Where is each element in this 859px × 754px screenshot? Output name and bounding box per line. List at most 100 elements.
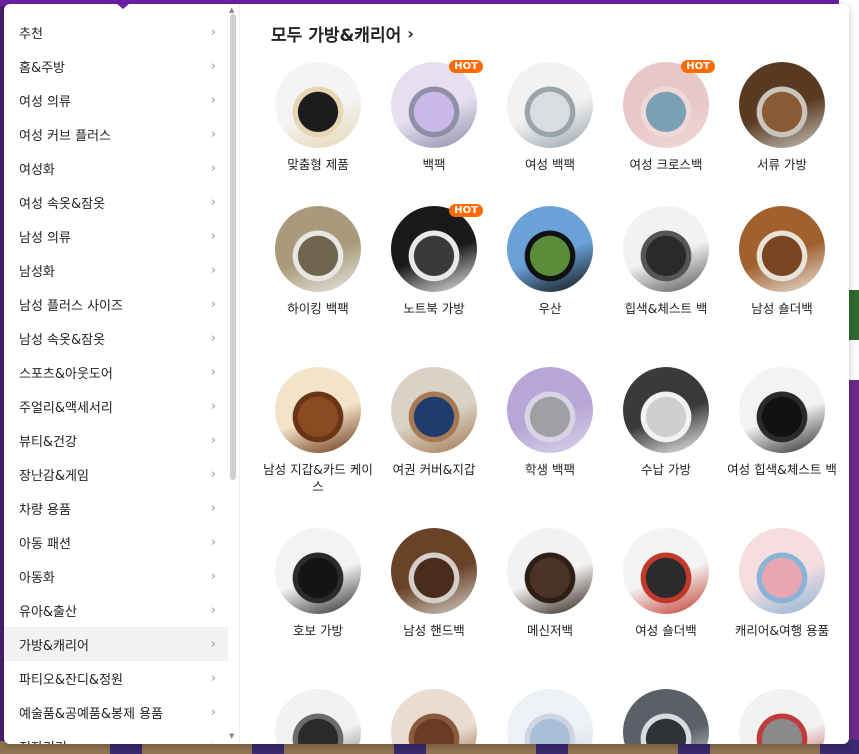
sidebar-category-label: 예술품&공예품&봉제 용품 <box>19 706 164 722</box>
subcategory-item[interactable]: 남성 핸드백 <box>379 528 489 639</box>
subcategory-item[interactable]: 맞춤형 제품 <box>263 62 373 173</box>
subcategory-label: 맞춤형 제품 <box>287 157 349 172</box>
subcategory-label: 노트북 가방 <box>403 301 465 316</box>
sidebar-category-item[interactable]: 남성 속옷&잠옷 › <box>4 321 228 355</box>
subcategory-label: 여성 숄더백 <box>635 623 697 638</box>
storage-bags-icon <box>623 367 709 453</box>
subcategory-item[interactable]: 학생 백팩 <box>495 367 605 478</box>
chevron-right-icon: › <box>210 126 216 142</box>
category-dropdown-panel: ▲ ▼ 추천 › 홈&주방 › 여성 의류 › 여성 커브 플러스 › 여성화 › 여성 속옷&잠옷… <box>4 4 849 744</box>
sidebar-category-item[interactable]: 파티오&잔디&정원 › <box>4 661 228 695</box>
sidebar-category-item[interactable]: 스포츠&아웃도어 › <box>4 355 228 389</box>
sidebar-category-item[interactable]: 뷰티&건강 › <box>4 423 228 457</box>
subcategory-item[interactable]: HOT 여성 크로스백 <box>611 60 721 173</box>
sidebar-category-item[interactable]: 장난감&게임 › <box>4 457 228 491</box>
pink-travel-bags-icon <box>739 528 825 614</box>
subcategory-item[interactable]: 수납 가방 <box>611 367 721 478</box>
subcategory-item[interactable]: 하이킹 백팩 <box>263 206 373 317</box>
sidebar-category-item[interactable]: 차량 용품 › <box>4 491 228 525</box>
sidebar-category-item[interactable]: 추천 › <box>4 15 228 49</box>
sidebar-category-item[interactable]: 아동 패션 › <box>4 525 228 559</box>
subcategory-item[interactable]: 메신저백 <box>495 528 605 639</box>
sidebar-category-item[interactable]: 여성화 › <box>4 151 228 185</box>
subcategory-item[interactable] <box>379 689 489 744</box>
black-umbrella-icon <box>507 206 593 292</box>
subcategory-item[interactable]: 여성 힙색&체스트 백 <box>727 367 837 478</box>
brown-messenger-icon <box>507 528 593 614</box>
subcategory-label: 수납 가방 <box>641 462 691 477</box>
brown-shoulder-bag-icon <box>739 206 825 292</box>
subcategory-item[interactable]: 힙색&체스트 백 <box>611 206 721 317</box>
subcategory-label: 서류 가방 <box>757 157 807 172</box>
scroll-up-arrow-icon[interactable]: ▲ <box>229 6 234 14</box>
subcategory-item[interactable] <box>263 689 373 744</box>
custom-tote-bag-icon <box>275 62 361 148</box>
subcategory-item[interactable] <box>611 689 721 744</box>
subcategory-label: 메신저백 <box>526 623 573 638</box>
subcategory-label: 호보 가방 <box>293 623 343 638</box>
subcategory-item[interactable] <box>495 689 605 744</box>
subcategory-item[interactable]: 여권 커버&지갑 <box>379 367 489 478</box>
leather-messenger-icon <box>391 528 477 614</box>
sidebar-category-item[interactable]: 유아&출산 › <box>4 593 228 627</box>
chevron-right-icon: › <box>210 194 216 210</box>
sidebar-category-item[interactable]: 남성 플러스 사이즈 › <box>4 287 228 321</box>
hot-badge: HOT <box>681 60 715 73</box>
subcategory-label: 여성 크로스백 <box>629 157 703 172</box>
subcategory-item[interactable]: 캐리어&여행 용품 <box>727 528 837 639</box>
subcategory-item[interactable]: 남성 지갑&카드 케이스 <box>263 367 373 495</box>
sling-chest-bag-icon <box>623 206 709 292</box>
subcategory-item[interactable]: 여성 백팩 <box>495 62 605 173</box>
sidebar-category-item[interactable]: 예술품&공예품&봉제 용품 › <box>4 695 228 729</box>
sidebar-category-label: 남성 플러스 사이즈 <box>19 298 123 314</box>
sidebar-category-item[interactable]: 아동화 › <box>4 559 228 593</box>
sidebar-category-item[interactable]: 여성 속옷&잠옷 › <box>4 185 228 219</box>
subcategory-label: 남성 핸드백 <box>403 623 465 638</box>
subcategory-label: 남성 지갑&카드 케이스 <box>263 462 373 494</box>
sidebar-category-label: 장난감&게임 <box>19 468 89 484</box>
sidebar-scrollbar[interactable] <box>230 14 236 480</box>
subcategory-label: 힙색&체스트 백 <box>624 301 708 316</box>
scroll-down-arrow-icon[interactable]: ▼ <box>229 732 234 740</box>
subcategory-item[interactable]: 여성 숄더백 <box>611 528 721 639</box>
sidebar-category-label: 여성 커브 플러스 <box>19 128 111 144</box>
page-title: 모두 가방&캐리어 <box>271 26 402 46</box>
all-bags-link[interactable]: 모두 가방&캐리어 › <box>271 21 414 46</box>
sidebar-category-item[interactable]: 가방&캐리어 › <box>4 627 228 661</box>
sidebar-category-item[interactable]: 여성 의류 › <box>4 83 228 117</box>
subcategory-label: 학생 백팩 <box>525 462 575 477</box>
sidebar-category-label: 남성 의류 <box>19 230 71 246</box>
subcategory-item[interactable]: 우산 <box>495 206 605 317</box>
black-tote-icon <box>275 689 361 744</box>
chevron-right-icon: › <box>210 364 216 380</box>
chevron-right-icon: › <box>210 330 216 346</box>
sidebar-category-item[interactable]: 남성 의류 › <box>4 219 228 253</box>
subcategory-item[interactable]: 호보 가방 <box>263 528 373 639</box>
sidebar-category-item[interactable]: 남성화 › <box>4 253 228 287</box>
subcategory-item[interactable] <box>727 689 837 744</box>
subcategory-item[interactable]: 남성 숄더백 <box>727 206 837 317</box>
category-sidebar: ▲ ▼ 추천 › 홈&주방 › 여성 의류 › 여성 커브 플러스 › 여성화 › 여성 속옷&잠옷… <box>4 4 240 744</box>
chevron-right-icon: › <box>210 670 216 686</box>
sidebar-category-label: 주얼리&액세서리 <box>19 400 113 416</box>
chevron-right-icon: › <box>407 24 414 43</box>
subcategory-item[interactable]: HOT 노트북 가방 <box>379 204 489 317</box>
sidebar-category-label: 아동화 <box>19 570 55 586</box>
chevron-right-icon: › <box>210 92 216 108</box>
subcategory-label: 캐리어&여행 용품 <box>734 623 830 638</box>
subcategory-label: 하이킹 백팩 <box>287 301 349 316</box>
subcategory-panel: 모두 가방&캐리어 › 맞춤형 제품 HOT 백팩 여성 백팩 HOT 여성 크로스백 서류… <box>241 4 849 744</box>
sidebar-category-item[interactable]: 홈&주방 › <box>4 49 228 83</box>
passport-cover-icon <box>391 367 477 453</box>
subcategory-item[interactable]: 서류 가방 <box>727 62 837 173</box>
chevron-right-icon: › <box>210 58 216 74</box>
sidebar-category-item[interactable]: 여성 커브 플러스 › <box>4 117 228 151</box>
hot-badge: HOT <box>449 204 483 217</box>
chevron-right-icon: › <box>210 160 216 176</box>
sidebar-category-item[interactable]: 주얼리&액세서리 › <box>4 389 228 423</box>
sidebar-category-label: 남성화 <box>19 264 55 280</box>
hot-badge: HOT <box>449 60 483 73</box>
sidebar-category-item[interactable]: 전자기기 › <box>4 729 228 745</box>
subcategory-item[interactable]: HOT 백팩 <box>379 60 489 173</box>
smiley-sling-bag-icon <box>739 367 825 453</box>
